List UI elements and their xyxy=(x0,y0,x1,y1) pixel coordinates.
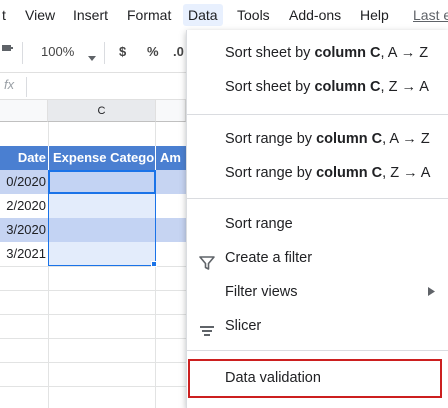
table-row: 3/2020 xyxy=(0,218,186,242)
amount-cell[interactable] xyxy=(155,218,186,242)
amount-cell[interactable] xyxy=(155,242,186,266)
toolbar-divider xyxy=(22,42,23,64)
sort-sheet-z-a-item[interactable]: Sort sheet by column C, Z → A xyxy=(187,70,448,104)
zoom-select[interactable]: 100% xyxy=(41,42,74,62)
menu-bar: t View Insert Format Data Tools Add-ons … xyxy=(0,0,448,30)
table-header-row: Date Expense Catego Am xyxy=(0,146,186,170)
fx-icon: fx xyxy=(4,77,15,92)
column-header-d[interactable] xyxy=(156,100,186,122)
menu-insert[interactable]: Insert xyxy=(71,4,110,26)
data-menu-dropdown: Sort sheet by column C, A → Z Sort sheet… xyxy=(186,30,448,408)
fill-handle[interactable] xyxy=(151,261,157,267)
date-cell[interactable]: 0/2020 xyxy=(0,170,48,194)
table-row: 3/2021 xyxy=(0,242,186,266)
filter-funnel-icon xyxy=(199,250,217,270)
category-cell[interactable] xyxy=(48,170,155,194)
category-cell[interactable] xyxy=(48,194,155,218)
menu-file-partial[interactable]: t xyxy=(0,4,8,26)
date-cell[interactable]: 3/2021 xyxy=(0,242,48,266)
toolbar-divider xyxy=(104,42,105,64)
header-cell-date[interactable]: Date xyxy=(0,146,48,170)
slicer-item[interactable]: Slicer xyxy=(187,309,448,343)
paint-format-icon[interactable] xyxy=(2,43,14,63)
submenu-arrow-icon xyxy=(428,275,435,309)
table-row: 0/2020 xyxy=(0,170,186,194)
menu-data[interactable]: Data xyxy=(183,4,223,26)
sort-range-z-a-item[interactable]: Sort range by column C, Z → A xyxy=(187,156,448,190)
filter-views-item[interactable]: Filter views xyxy=(187,275,448,309)
sort-range-a-z-item[interactable]: Sort range by column C, A → Z xyxy=(187,122,448,156)
date-cell[interactable]: 3/2020 xyxy=(0,218,48,242)
category-cell[interactable] xyxy=(48,218,155,242)
amount-cell[interactable] xyxy=(155,194,186,218)
column-header-b[interactable] xyxy=(0,100,48,122)
menu-divider xyxy=(187,350,448,351)
menu-help[interactable]: Help xyxy=(358,4,391,26)
currency-format-button[interactable]: $ xyxy=(119,42,126,62)
table-row: 2/2020 xyxy=(0,194,186,218)
create-filter-item[interactable]: Create a filter xyxy=(187,241,448,275)
header-cell-amount[interactable]: Am xyxy=(155,146,186,170)
sort-sheet-a-z-item[interactable]: Sort sheet by column C, A → Z xyxy=(187,36,448,70)
sort-range-item[interactable]: Sort range xyxy=(187,207,448,241)
dropdown-caret-icon[interactable] xyxy=(88,47,96,67)
column-header-c[interactable]: C xyxy=(48,100,156,122)
last-edit-link[interactable]: Last e xyxy=(413,4,448,26)
menu-tools[interactable]: Tools xyxy=(235,4,272,26)
menu-format[interactable]: Format xyxy=(125,4,173,26)
annotation-highlight-box xyxy=(188,359,442,398)
date-cell[interactable]: 2/2020 xyxy=(0,194,48,218)
menu-add-ons[interactable]: Add-ons xyxy=(287,4,343,26)
category-cell[interactable] xyxy=(48,242,155,266)
amount-cell[interactable] xyxy=(155,170,186,194)
header-cell-expense-category[interactable]: Expense Catego xyxy=(48,146,155,170)
menu-view[interactable]: View xyxy=(23,4,57,26)
menu-divider xyxy=(187,198,448,199)
slicer-icon xyxy=(199,318,217,336)
percent-format-button[interactable]: % xyxy=(147,42,159,62)
menu-divider xyxy=(187,114,448,115)
decimal-format-button[interactable]: .0 xyxy=(173,42,184,62)
